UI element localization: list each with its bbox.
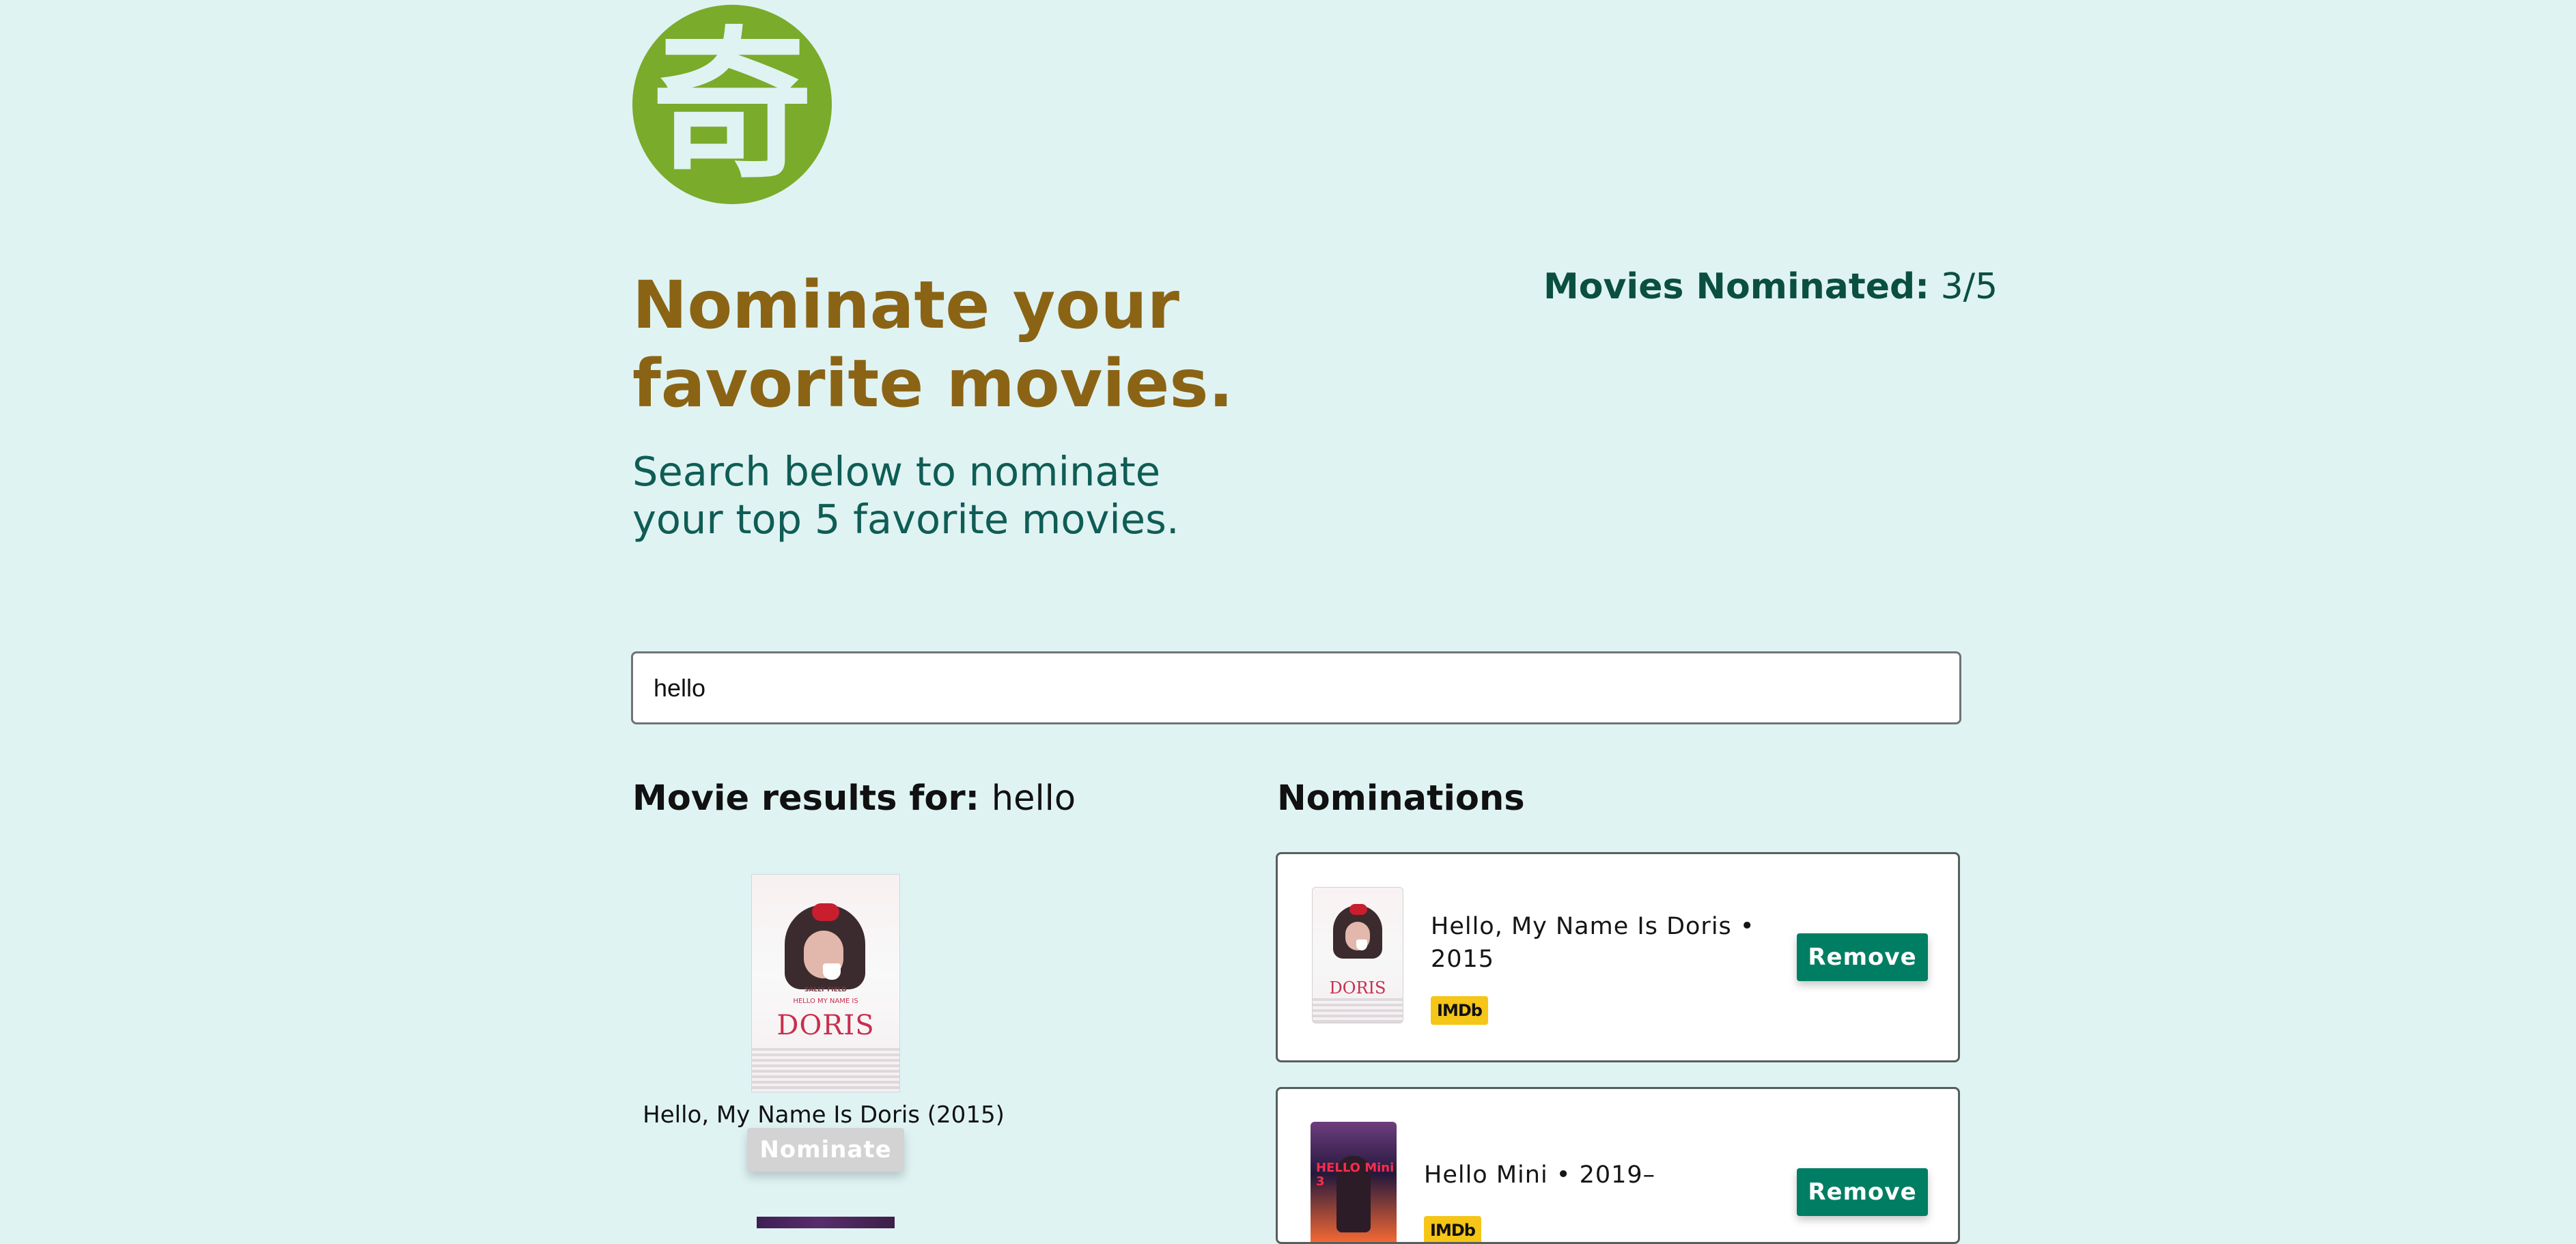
nomination-poster-title-text: HELLO Mini 3 [1316,1161,1395,1189]
movie-poster-image: SALLY FIELD HELLO MY NAME IS DORIS [751,874,900,1092]
poster-credit-text: SALLY FIELD [804,987,847,993]
poster-credit-block [752,1048,899,1092]
movie-result-title: Hello, My Name Is Doris (2015) [643,1101,1005,1129]
nomination-poster-bow-art [1349,904,1367,915]
nominate-button[interactable]: Nominate [747,1128,904,1172]
nomination-title: Hello Mini • 2019– [1424,1161,1656,1189]
nomination-title: Hello, My Name Is Doris • 2015 [1431,913,1755,973]
next-movie-poster-image [757,1217,895,1228]
results-heading: Movie results for: hello [632,777,1076,821]
nomination-count-value: 3/5 [1940,266,1998,307]
poster-bow-art [812,903,839,921]
poster-cup-art [823,963,841,980]
nomination-poster-cup-art [1356,939,1367,950]
page-title: Nominate your favorite movies. [632,267,1233,422]
remove-button[interactable]: Remove [1797,1168,1928,1216]
nomination-count-label: Movies Nominated: [1543,266,1930,307]
remove-button[interactable]: Remove [1797,933,1928,981]
imdb-badge-icon: IMDb [1424,1216,1481,1242]
nomination-count: Movies Nominated: 3/5 [1543,265,1998,309]
nominations-heading: Nominations [1277,778,1525,819]
results-heading-label: Movie results for: [632,778,980,819]
logo-glyph: 奇 [651,12,813,200]
imdb-badge-icon: IMDb [1431,996,1488,1025]
movie-search-input[interactable] [631,651,1961,724]
page-subtitle: Search below to nominate your top 5 favo… [632,448,1179,543]
results-query: hello [991,778,1076,819]
nomination-poster-image: DORIS [1312,887,1403,1023]
nomination-poster-title-text: DORIS [1329,978,1386,998]
poster-subtitle-text: HELLO MY NAME IS [793,998,858,1005]
logo-icon: 奇 [632,5,832,204]
nomination-poster-credit-block [1313,998,1403,1023]
nomination-card: HELLO Mini 3 Hello Mini • 2019– IMDb Rem… [1276,1087,1960,1244]
nomination-card: DORIS Hello, My Name Is Doris • 2015 IMD… [1276,852,1960,1062]
poster-title-text: DORIS [776,1010,875,1041]
movie-nomination-page: 奇 Nominate your favorite movies. Search … [0,0,2576,1244]
nomination-poster-image: HELLO Mini 3 [1311,1122,1397,1242]
